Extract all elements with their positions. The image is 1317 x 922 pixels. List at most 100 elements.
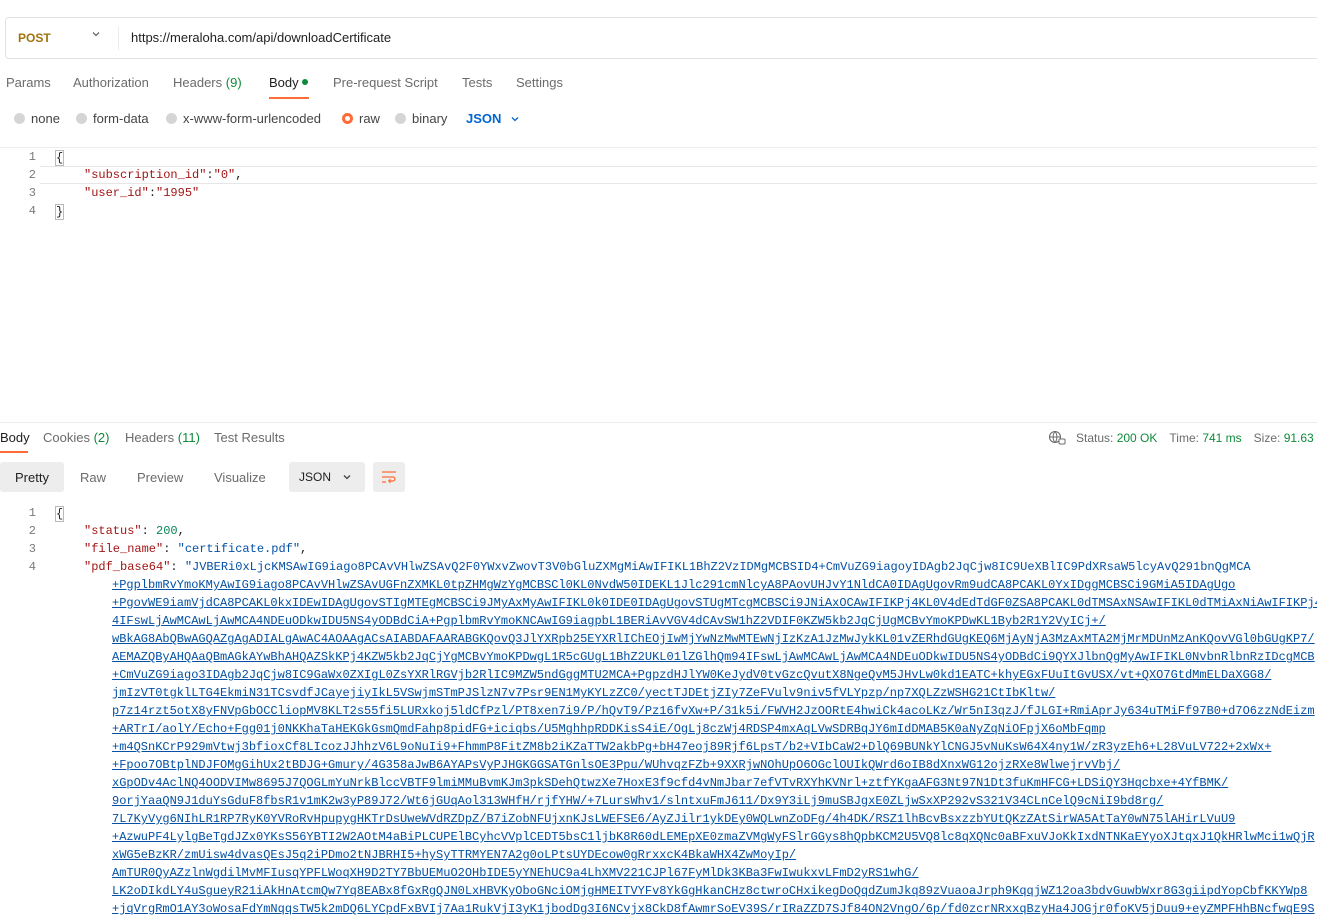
response-tab-body[interactable]: Body — [0, 430, 30, 445]
chevron-down-icon[interactable] — [90, 28, 102, 43]
status-value[interactable]: 200 OK — [1117, 431, 1158, 445]
json-key: "user_id" — [84, 186, 149, 200]
view-tab-preview[interactable]: Preview — [137, 462, 183, 492]
tab-headers[interactable]: Headers (9) — [173, 75, 242, 90]
code-line: "pdf_base64": "JVBERi0xLjcKMSAwIG9iago8P… — [84, 560, 1251, 574]
base64-line[interactable]: 4IFswLjAwMCAwLjAwMCA4NDEuODkwIDU5NS4yODB… — [112, 614, 1106, 628]
radio-label: raw — [359, 111, 380, 126]
base64-line[interactable]: wBkAG8AbQBwAGQAZgAgADIALgAwAC4AOAAgACsAI… — [112, 632, 1315, 646]
base64-line[interactable]: +Fpoo7OBtplNDJFOMgGihUx2tBDJG+Gmury/4G35… — [112, 758, 1120, 772]
time-value[interactable]: 741 ms — [1202, 431, 1241, 445]
status-label: Status: — [1076, 431, 1114, 445]
tab-count: (2) — [93, 430, 110, 445]
base64-line[interactable]: 7L7KyVyg6NIhLR1RP7RyK0YVRoRvHpupygHKTrDs… — [112, 812, 1235, 826]
tab-label: Test Results — [214, 430, 285, 445]
tab-pre-request-script[interactable]: Pre-request Script — [333, 75, 438, 90]
globe-network-icon[interactable] — [1048, 430, 1066, 446]
radio-label: x-www-form-urlencoded — [183, 111, 321, 126]
tab-label: Params — [6, 75, 51, 90]
tab-label: Headers — [125, 430, 175, 445]
radio-label: form-data — [93, 111, 149, 126]
tab-tests[interactable]: Tests — [462, 75, 492, 90]
wrap-lines-button[interactable] — [373, 462, 405, 492]
divider — [0, 422, 1317, 423]
view-tab-raw[interactable]: Raw — [80, 462, 106, 492]
base64-line[interactable]: AEMAZQByAHQAaQBmAGkAYwBhAHQAZSkKPj4KZW5k… — [112, 650, 1315, 664]
line-number: 3 — [28, 542, 36, 556]
code-brace: } — [55, 204, 65, 220]
json-value: "0" — [213, 168, 236, 182]
tab-label: Body — [0, 430, 30, 445]
size-value[interactable]: 91.63 KB — [1284, 431, 1317, 445]
tab-label: Cookies — [43, 430, 90, 445]
base64-line[interactable]: +ARTrI/aolY/Echo+Fgg01j0NKKhaTaHEKGkGsmQ… — [112, 722, 1106, 736]
base64-line[interactable]: xGpODv4AclNQ4OODVIMw8695J7QOGLmYuNrkBlcc… — [112, 776, 1228, 790]
code-line: "user_id":"1995" — [84, 186, 200, 200]
tab-label: Pre-request Script — [333, 75, 438, 90]
base64-line[interactable]: LK2oDIkdLY4uSgueyR21iAkHnAtcmQw7Yq8EABx8… — [112, 884, 1307, 898]
line-number: 2 — [28, 524, 36, 538]
line-number: 2 — [28, 168, 36, 182]
tab-label: Settings — [516, 75, 563, 90]
tab-label: Headers — [173, 75, 223, 90]
radio-icon — [395, 113, 406, 124]
base64-line[interactable]: +jqVrgRmO1AY3oWosaFdYmNqqsTW5k2mDQ6LYCpd… — [112, 902, 1315, 916]
response-tab-test-results[interactable]: Test Results — [214, 430, 285, 445]
json-key: "pdf_base64" — [84, 560, 171, 574]
json-value: "certificate.pdf" — [177, 542, 301, 556]
radio-x-www-form-urlencoded[interactable]: x-www-form-urlencoded — [166, 111, 321, 126]
base64-line[interactable]: xWG5eBzKR/zmUisw4dvasQEsJ5q2iPDmo2tNJBRH… — [112, 848, 796, 862]
response-tab-cookies[interactable]: Cookies (2) — [43, 430, 109, 445]
tab-count: (9) — [225, 75, 242, 90]
response-tab-headers[interactable]: Headers (11) — [125, 430, 200, 445]
code-line: "status": 200, — [84, 524, 185, 538]
code-brace: { — [55, 506, 65, 522]
wrap-lines-icon — [382, 471, 396, 484]
tab-label: Tests — [462, 75, 493, 90]
code-line: "file_name": "certificate.pdf", — [84, 542, 308, 556]
request-url-bar: POST https://meraloha.com/api/downloadCe… — [5, 17, 1317, 59]
base64-line[interactable]: +PgovWE9iamVjdCA8PCAKL0kxIDEwIDAgUgovSTI… — [112, 596, 1317, 610]
code-line: "subscription_id":"0", — [84, 168, 243, 182]
base64-line[interactable]: AmTUR0QyAZzlnWgdilMvMFIusqYPFLWoqXH9D2TY… — [112, 866, 919, 880]
radio-binary[interactable]: binary — [395, 111, 447, 126]
tab-params[interactable]: Params — [6, 75, 51, 90]
radio-icon — [76, 113, 87, 124]
tab-settings[interactable]: Settings — [516, 75, 563, 90]
base64-line[interactable]: +m4QSnKCrP929mVtwj3bfioxCf8LIcozJJhhzV6L… — [112, 740, 1271, 754]
base64-line[interactable]: jmIzVT0tgklLTG4EkmiN31TCsvdfJCayejiyIkL5… — [112, 686, 1055, 700]
chevron-down-icon — [343, 475, 351, 480]
tab-body[interactable]: Body — [269, 75, 308, 90]
radio-form-data[interactable]: form-data — [76, 111, 149, 126]
base64-line[interactable]: +PgplbmRvYmoKMyAwIG9iago8PCAvVHlwZSAvUGF… — [112, 578, 1235, 592]
base64-line[interactable]: +CmVuZG9iago3IDAgb2JqCjw8IC9GaWx0ZXIgL0Z… — [112, 668, 1271, 682]
json-key: "file_name" — [84, 542, 164, 556]
active-tab-indicator — [269, 97, 309, 99]
divider — [118, 26, 119, 50]
url-input[interactable]: https://meraloha.com/api/downloadCertifi… — [131, 30, 391, 45]
base64-line[interactable]: p7z14rzt5otX8yFNVpGbOCCliopMV8KLT2s55fi5… — [112, 704, 1315, 718]
base64-line[interactable]: 9orjYaaQN9J1duYsGduF8fbsR1v1mK2w3yP89J72… — [112, 794, 1163, 808]
view-tab-pretty[interactable]: Pretty — [0, 462, 64, 492]
base64-line[interactable]: +AzwuPF4LylgBeTgdJZx0YKsS56YBTI2W2AOtM4a… — [112, 830, 1315, 844]
json-key: "status" — [84, 524, 142, 538]
tab-authorization[interactable]: Authorization — [73, 75, 149, 90]
radio-icon — [14, 113, 25, 124]
code-brace: { — [55, 150, 65, 166]
response-meta: Status: 200 OK Time: 741 ms Size: 91.63 … — [1048, 430, 1317, 446]
modified-dot-icon — [301, 78, 308, 85]
radio-raw[interactable]: raw — [342, 111, 380, 126]
method-select[interactable]: POST — [18, 31, 51, 45]
format-label: JSON — [466, 111, 502, 126]
chevron-down-icon — [511, 116, 519, 121]
body-format-select[interactable]: JSON — [466, 111, 521, 126]
response-format-select[interactable]: JSON — [289, 462, 365, 492]
line-number: 4 — [28, 560, 36, 574]
view-tab-visualize[interactable]: Visualize — [214, 462, 266, 492]
line-number: 1 — [28, 150, 36, 164]
json-value: 200 — [156, 524, 178, 538]
line-number: 3 — [28, 186, 36, 200]
radio-none[interactable]: none — [14, 111, 60, 126]
line-number: 4 — [28, 204, 36, 218]
size-label: Size: — [1253, 431, 1281, 445]
